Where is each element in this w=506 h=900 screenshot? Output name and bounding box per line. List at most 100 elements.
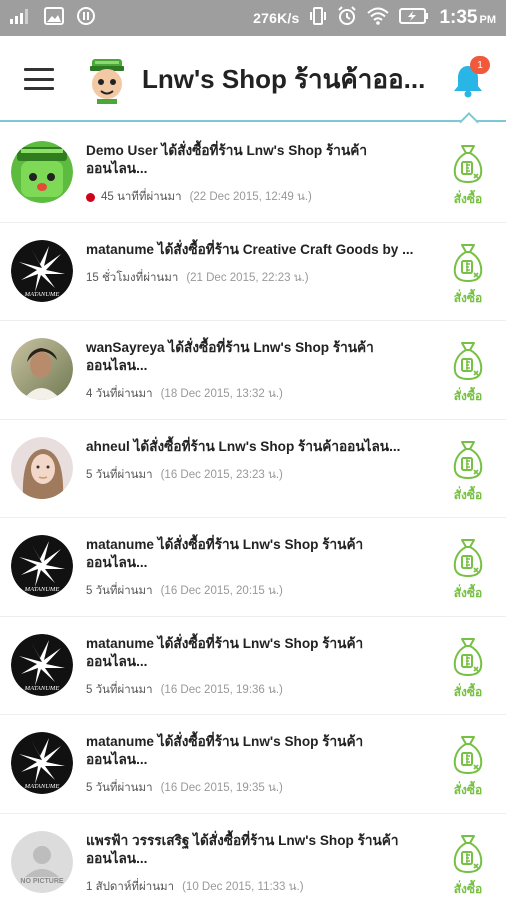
status-bar: 276K/s 1:35 PM	[0, 0, 506, 36]
list-item[interactable]: MATANUME matanume ได้สั่งซื้อที่ร้าน Crea…	[0, 223, 506, 321]
list-item[interactable]: MATANUME matanume ได้สั่งซื้อที่ร้าน Lnw'…	[0, 518, 506, 617]
message-line: matanume ได้สั่งซื้อที่ร้าน Lnw's Shop ร…	[86, 537, 364, 552]
vibrate-icon	[309, 6, 327, 31]
list-item[interactable]: MATANUME matanume ได้สั่งซื้อที่ร้าน Lnw'…	[0, 715, 506, 814]
page-title: Lnw's Shop ร้านค้าออ...	[142, 63, 426, 94]
notification-content: ahneul ได้สั่งซื้อที่ร้าน Lnw's Shop ร้า…	[86, 438, 431, 484]
notification-content: matanume ได้สั่งซื้อที่ร้าน Lnw's Shop ร…	[86, 635, 431, 699]
notification-list: Demo User ได้สั่งซื้อที่ร้าน Lnw's Shop …	[0, 124, 506, 900]
list-item[interactable]: wanSayreya ได้สั่งซื้อที่ร้าน Lnw's Shop…	[0, 321, 506, 420]
notification-content: Demo User ได้สั่งซื้อที่ร้าน Lnw's Shop …	[86, 142, 431, 206]
notification-meta: 5 วันที่ผ่านมา (16 Dec 2015, 19:36 น.)	[86, 681, 431, 699]
time-ago: 5 วันที่ผ่านมา	[86, 782, 153, 794]
message-line: wanSayreya ได้สั่งซื้อที่ร้าน Lnw's Shop…	[86, 340, 374, 355]
message-line: ออนไลน...	[86, 850, 148, 866]
order-action-button[interactable]: สั่งซื้อ	[448, 538, 488, 603]
timestamp: (16 Dec 2015, 19:35 น.)	[160, 782, 283, 794]
notification-message: matanume ได้สั่งซื้อที่ร้าน Lnw's Shop ร…	[86, 536, 431, 572]
svg-text:MATANUME: MATANUME	[24, 685, 60, 692]
money-bag-icon	[453, 440, 483, 479]
notification-meta: 5 วันที่ผ่านมา (16 Dec 2015, 19:35 น.)	[86, 779, 431, 797]
order-action-label: สั่งซื้อ	[453, 192, 483, 206]
notification-meta: 45 นาทีที่ผ่านมา (22 Dec 2015, 12:49 น.)	[86, 188, 431, 206]
order-action-label: สั่งซื้อ	[453, 586, 483, 600]
time-ago: 45 นาทีที่ผ่านมา	[101, 191, 182, 203]
order-action-button[interactable]: สั่งซื้อ	[448, 144, 488, 209]
network-speed: 276K/s	[253, 10, 300, 26]
timestamp: (10 Dec 2015, 11:33 น.)	[182, 880, 304, 893]
notification-message: Demo User ได้สั่งซื้อที่ร้าน Lnw's Shop …	[86, 142, 431, 178]
photo-avatar-ahneul	[11, 436, 73, 499]
time-ago: 5 วันที่ผ่านมา	[86, 683, 153, 696]
time-ago: 15 ชั่วโมงที่ผ่านมา	[86, 271, 179, 284]
notification-count-badge: 1	[470, 56, 490, 74]
money-bag-icon	[453, 145, 483, 184]
notification-meta: 5 วันที่ผ่านมา (16 Dec 2015, 23:23 น.)	[86, 466, 431, 484]
no-picture-avatar: NO PICTURE	[11, 830, 73, 893]
order-action-label: สั่งซื้อ	[453, 684, 483, 699]
list-item[interactable]: MATANUME matanume ได้สั่งซื้อที่ร้าน Lnw'…	[0, 617, 506, 715]
svg-text:MATANUME: MATANUME	[24, 783, 60, 790]
list-item[interactable]: Demo User ได้สั่งซื้อที่ร้าน Lnw's Shop …	[0, 124, 506, 223]
notification-message: ahneul ได้สั่งซื้อที่ร้าน Lnw's Shop ร้า…	[86, 438, 431, 456]
order-action-label: สั่งซื้อ	[453, 783, 483, 797]
notification-meta: 5 วันที่ผ่านมา (16 Dec 2015, 20:15 น.)	[86, 582, 431, 600]
alarm-icon	[337, 5, 357, 31]
svg-text:NO PICTURE: NO PICTURE	[20, 878, 64, 885]
order-action-button[interactable]: สั่งซื้อ	[448, 735, 488, 800]
message-line: matanume ได้สั่งซื้อที่ร้าน Lnw's Shop ร…	[86, 635, 364, 651]
list-item[interactable]: NO PICTURE แพรฟ้า วรรรเสริฐ ได้สั่งซื้อที…	[0, 814, 506, 900]
matanume-avatar: MATANUME	[11, 239, 73, 302]
notification-meta: 4 วันที่ผ่านมา (18 Dec 2015, 13:32 น.)	[86, 385, 431, 403]
timestamp: (18 Dec 2015, 13:32 น.)	[160, 388, 283, 400]
time-ago: 5 วันที่ผ่านมา	[86, 585, 153, 597]
matanume-avatar: MATANUME	[11, 535, 73, 597]
order-action-button[interactable]: สั่งซื้อ	[448, 341, 488, 406]
order-action-button[interactable]: สั่งซื้อ	[448, 834, 488, 899]
notification-content: wanSayreya ได้สั่งซื้อที่ร้าน Lnw's Shop…	[86, 339, 431, 403]
wifi-icon	[367, 7, 390, 30]
money-bag-icon	[453, 243, 483, 282]
hamburger-menu-icon[interactable]	[24, 68, 54, 90]
shop-logo	[90, 59, 124, 104]
timestamp: (22 Dec 2015, 12:49 น.)	[189, 191, 312, 203]
notification-message: matanume ได้สั่งซื้อที่ร้าน Lnw's Shop ร…	[86, 733, 431, 769]
message-line: matanume ได้สั่งซื้อที่ร้าน Lnw's Shop ร…	[86, 734, 364, 749]
message-line: Demo User ได้สั่งซื้อที่ร้าน Lnw's Shop …	[86, 143, 367, 158]
timestamp: (21 Dec 2015, 22:23 น.)	[186, 271, 309, 284]
message-line: ออนไลน...	[86, 358, 148, 373]
matanume-avatar: MATANUME	[11, 732, 73, 794]
order-action-button[interactable]: สั่งซื้อ	[448, 243, 488, 308]
money-bag-icon	[453, 539, 483, 578]
message-line: ahneul ได้สั่งซื้อที่ร้าน Lnw's Shop ร้า…	[86, 438, 401, 454]
svg-text:MATANUME: MATANUME	[24, 586, 60, 593]
notification-message: แพรฟ้า วรรรเสริฐ ได้สั่งซื้อที่ร้าน Lnw'…	[86, 832, 431, 868]
notification-content: matanume ได้สั่งซื้อที่ร้าน Creative Cra…	[86, 241, 431, 287]
list-item[interactable]: ahneul ได้สั่งซื้อที่ร้าน Lnw's Shop ร้า…	[0, 420, 506, 518]
message-line: matanume ได้สั่งซื้อที่ร้าน Creative Cra…	[86, 241, 414, 257]
clock-time: 1:35	[439, 7, 478, 28]
money-bag-icon	[453, 736, 483, 775]
order-action-button[interactable]: สั่งซื้อ	[448, 637, 488, 702]
time-ago: 1 สัปดาห์ที่ผ่านมา	[86, 880, 175, 893]
svg-text:MATANUME: MATANUME	[24, 291, 60, 298]
notification-content: แพรฟ้า วรรรเสริฐ ได้สั่งซื้อที่ร้าน Lnw'…	[86, 832, 431, 896]
image-icon	[44, 7, 64, 29]
clock-ampm: PM	[479, 14, 497, 26]
order-action-label: สั่งซื้อ	[453, 881, 483, 896]
order-action-label: สั่งซื้อ	[453, 487, 483, 502]
order-action-label: สั่งซื้อ	[453, 389, 483, 403]
photo-avatar-wansayreya	[11, 338, 73, 400]
notification-message: wanSayreya ได้สั่งซื้อที่ร้าน Lnw's Shop…	[86, 339, 431, 375]
timestamp: (16 Dec 2015, 23:23 น.)	[160, 468, 283, 481]
order-action-label: สั่งซื้อ	[453, 290, 483, 305]
notification-content: matanume ได้สั่งซื้อที่ร้าน Lnw's Shop ร…	[86, 733, 431, 797]
message-line: ออนไลน...	[86, 555, 148, 570]
clock: 1:35 PM	[439, 7, 496, 29]
notifications-button[interactable]: 1	[450, 56, 490, 98]
timestamp: (16 Dec 2015, 19:36 น.)	[160, 683, 283, 696]
green-robot-avatar	[11, 141, 73, 203]
timer-icon	[76, 6, 96, 30]
order-action-button[interactable]: สั่งซื้อ	[448, 440, 488, 505]
money-bag-icon	[453, 637, 483, 676]
